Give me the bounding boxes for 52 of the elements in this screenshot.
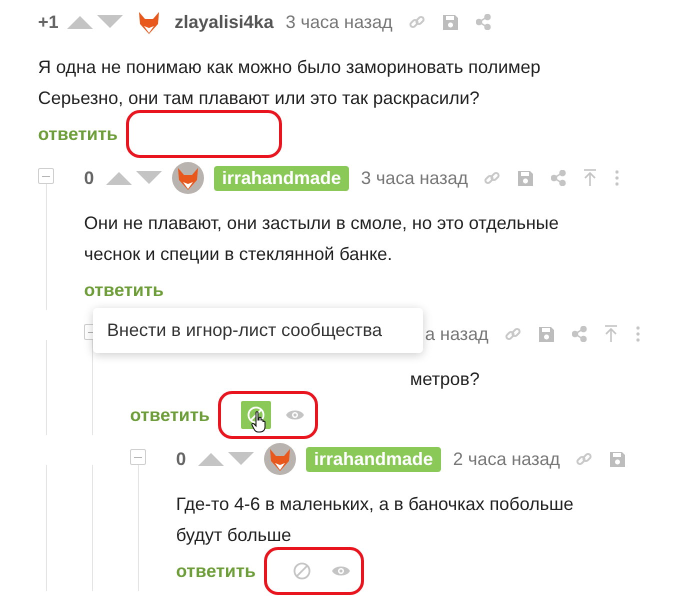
comment-time: а назад [425,324,489,344]
author-name[interactable]: zlayalisi4ka [174,12,274,32]
downvote-icon[interactable] [96,15,123,29]
share-icon[interactable] [476,14,491,30]
comment-time: 2 часа назад [453,448,560,470]
upvote-icon[interactable] [106,171,132,185]
comment-text: Они не плавают, они застыли в смоле, но это отдельные [84,212,560,235]
tooltip: Внести в игнор-лист сообщества [93,308,423,353]
hand-cursor-icon [250,411,267,433]
arrow-up-icon[interactable] [604,325,618,343]
downvote-icon[interactable] [228,452,254,466]
comment-text: Где-то 4-6 в маленьких, а в баночках побольше [176,493,575,516]
fox-avatar[interactable] [264,443,296,475]
collapse-button[interactable] [38,168,54,184]
link-icon[interactable] [408,14,425,30]
save-icon[interactable] [442,14,459,30]
vote-score: 0 [84,168,96,188]
save-icon[interactable] [516,170,534,186]
vote-score: 0 [176,448,188,470]
link-icon[interactable] [504,326,521,342]
prohibited-icon [292,562,311,580]
comment-text: Серьезно, они там плавают или это так раскрасили? [38,87,481,110]
comment-text: метров? [410,368,481,391]
comment-text: будут больше [176,524,292,547]
reply-link[interactable]: ответить [176,560,256,582]
upvote-icon[interactable] [66,15,93,29]
upvote-icon[interactable] [198,452,224,466]
prohibited-icon [246,406,265,424]
save-icon[interactable] [538,326,555,342]
reply-link[interactable]: ответить [38,124,118,144]
comment-text: Я одна не понимаю как можно было замориновать полимер [38,56,542,79]
fox-avatar[interactable] [172,162,204,194]
vote-score: +1 [38,12,59,32]
arrow-up-icon[interactable] [582,169,597,187]
comment-text: чеснок и специи в стеклянной банке. [84,243,394,266]
more-icon[interactable] [614,169,620,187]
collapse-button[interactable] [130,449,146,465]
reply-link[interactable]: ответить [84,280,164,300]
eye-icon[interactable] [284,408,305,422]
share-icon[interactable] [550,170,566,186]
comment-time: 3 часа назад [286,12,393,32]
save-icon[interactable] [608,450,626,468]
more-icon[interactable] [634,325,641,343]
downvote-icon[interactable] [136,171,162,185]
eye-icon[interactable] [330,564,351,578]
reply-link[interactable]: ответить [130,404,210,426]
share-icon[interactable] [572,326,587,342]
comment-time: 3 часа назад [361,168,468,188]
author-name[interactable]: irrahandmade [214,166,350,190]
author-name[interactable]: irrahandmade [306,446,442,472]
link-icon[interactable] [576,451,592,467]
link-icon[interactable] [484,170,500,186]
